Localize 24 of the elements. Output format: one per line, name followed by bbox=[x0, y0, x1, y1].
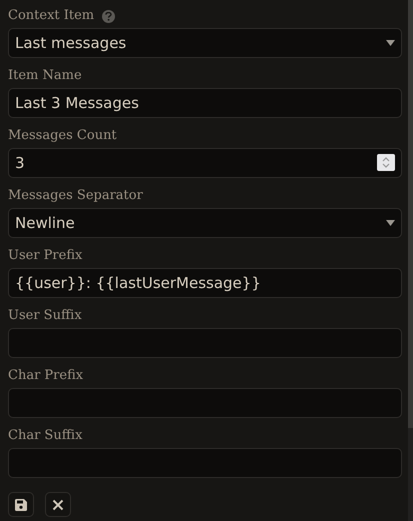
number-field[interactable]: 3 bbox=[8, 148, 402, 178]
select-field[interactable]: Newline bbox=[8, 208, 402, 238]
text-field[interactable]: Last 3 Messages bbox=[8, 88, 402, 118]
field-label: Messages Separator bbox=[8, 187, 143, 205]
text-field[interactable] bbox=[8, 328, 402, 358]
spinner-icon[interactable] bbox=[377, 154, 395, 171]
field-label: User Suffix bbox=[8, 307, 82, 325]
caret-icon bbox=[386, 220, 395, 226]
save-button[interactable] bbox=[8, 492, 34, 517]
text-field[interactable]: {{user}}: {{lastUserMessage}} bbox=[8, 268, 402, 298]
caret-icon bbox=[386, 40, 395, 46]
field-label: Context Item bbox=[8, 7, 94, 25]
field-label: Messages Count bbox=[8, 127, 117, 145]
text-field[interactable] bbox=[8, 448, 402, 478]
field-label: Item Name bbox=[8, 67, 82, 85]
scrollbar[interactable] bbox=[408, 0, 413, 521]
field-label: Char Suffix bbox=[8, 427, 82, 445]
field-label: User Prefix bbox=[8, 247, 82, 265]
close-icon bbox=[52, 498, 64, 510]
field-label: Char Prefix bbox=[8, 367, 84, 385]
close-button[interactable] bbox=[45, 492, 71, 517]
help-icon[interactable] bbox=[102, 10, 116, 22]
select-field[interactable]: Last messages bbox=[8, 28, 402, 58]
text-field[interactable] bbox=[8, 388, 402, 418]
